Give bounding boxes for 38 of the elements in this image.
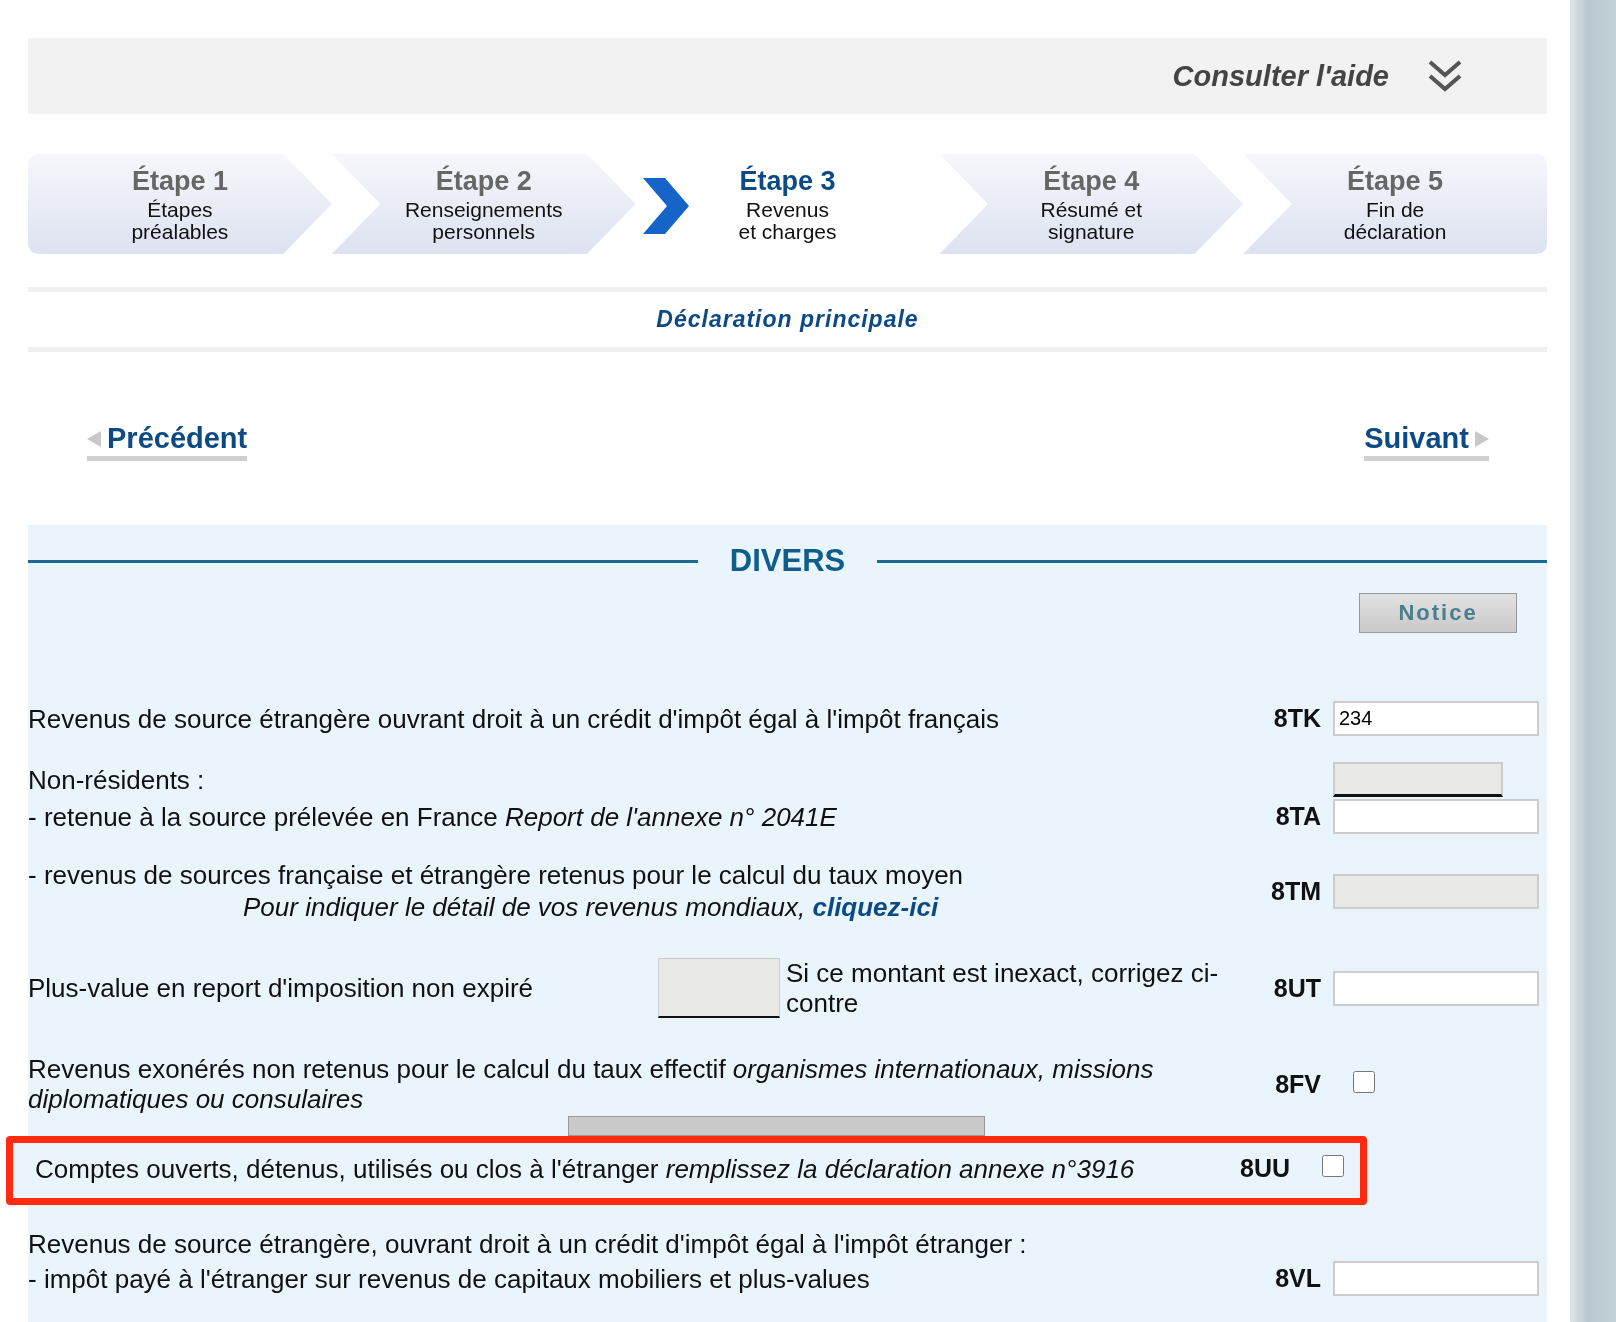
field-label: - revenus de sources française et étrangère retenus pour le calcul du taux moyen (28, 860, 965, 890)
box-code: 8VL (1274, 1264, 1322, 1293)
step-tab[interactable]: Étape 2 Renseignements personnels (331, 154, 636, 254)
input-field[interactable]: 234 (1333, 701, 1539, 736)
field-label: Revenus exonérés non retenus pour le calcul du taux effectif organismes internationaux, missions diplomatiques ou consulaires (28, 1054, 1155, 1114)
previous-link[interactable]: Précédent (87, 422, 248, 461)
step-tab[interactable]: Étape 1 Étapes préalables (28, 154, 332, 254)
field-label: Plus-value en report d'imposition non expiré (28, 973, 535, 1003)
field-label: - impôt payé à l'étranger sur revenus de capitaux mobiliers et plus-values (28, 1263, 871, 1294)
box-code: 8FV (1274, 1069, 1322, 1099)
hint-text: Pour indiquer le détail de vos revenus mondiaux, cliquez-ici (242, 892, 940, 922)
step-tab[interactable]: Étape 3 Revenus et charges (635, 154, 940, 254)
box-code: 8TK (1272, 704, 1322, 733)
checkbox[interactable] (1322, 1155, 1344, 1177)
section-title: Déclaration principale (28, 287, 1547, 352)
field-label: Revenus de source étrangère, ouvrant droit à un crédit d'impôt égal à l'impôt étranger : (28, 1229, 1028, 1259)
input-field[interactable] (1333, 970, 1539, 1006)
input-field[interactable] (1333, 799, 1539, 834)
next-link[interactable]: Suivant (1364, 422, 1489, 461)
input-field[interactable] (1333, 1261, 1539, 1296)
double-chevron-icon[interactable] (1427, 59, 1463, 93)
box-code: 8UT (1272, 973, 1322, 1003)
correction-text: Si ce montant est inexact, corrigez ci-contre (786, 958, 1220, 1018)
field-label: Comptes ouverts, détenus, utilisés ou clos à l'étranger remplissez la déclaration annexe n°3916 (35, 1153, 1136, 1184)
help-link[interactable]: Consulter l'aide (1172, 59, 1389, 93)
field-label: Non-résidents : (28, 764, 206, 795)
box-code: 8TM (1270, 876, 1322, 906)
step-tab[interactable]: Étape 5 Fin de déclaration (1243, 154, 1547, 254)
section-heading: DIVERS (729, 543, 846, 579)
chevron-icon (640, 176, 691, 236)
step-tab[interactable]: Étape 4 Résumé et signature (939, 154, 1244, 254)
left-triangle-icon (87, 430, 101, 447)
right-triangle-icon (1475, 430, 1489, 447)
box-code: 8TA (1274, 802, 1322, 831)
field-label: - retenue à la source prélevée en France Report de l'annexe n° 2041E (28, 801, 838, 832)
field-label: Revenus de source étrangère ouvrant droit à un crédit d'impôt égal à l'impôt français (28, 703, 1000, 734)
box-code: 8UU (1239, 1154, 1291, 1183)
checkbox[interactable] (1353, 1070, 1375, 1093)
